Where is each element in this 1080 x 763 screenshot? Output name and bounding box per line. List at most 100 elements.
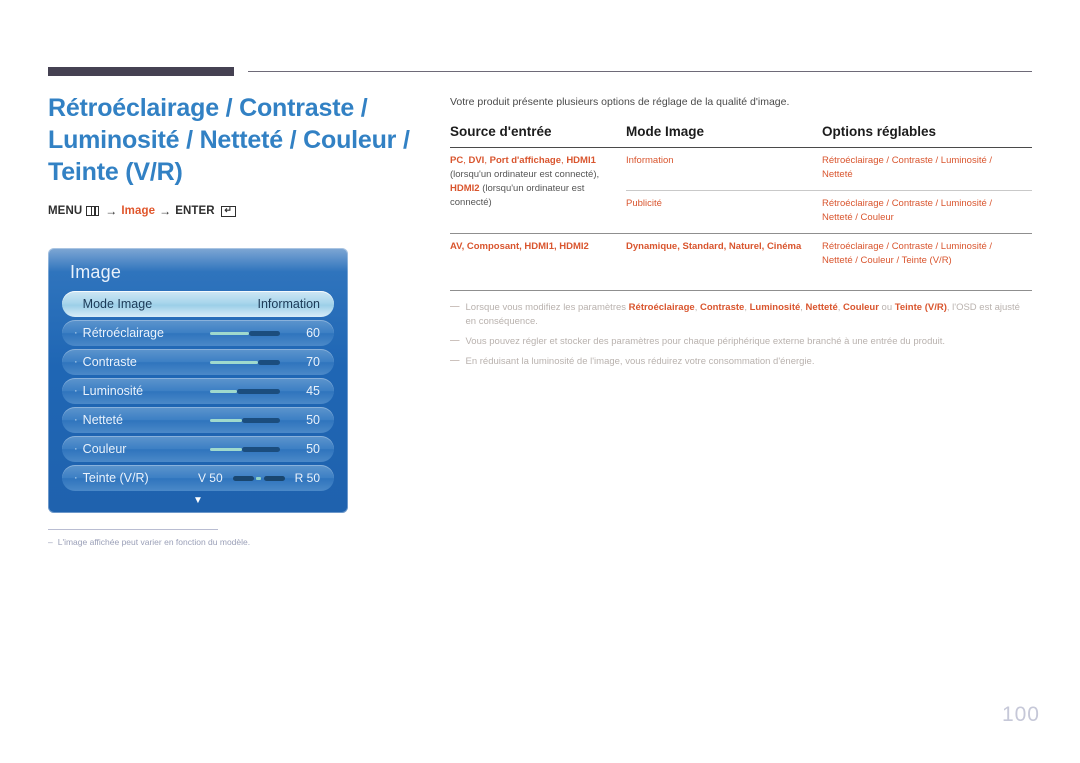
osd-row-couleur[interactable]: · Couleur 50 <box>62 436 334 462</box>
left-footnote: – L'image affichée peut varier en foncti… <box>48 537 388 547</box>
bullet-icon: · <box>74 471 78 484</box>
left-note-divider <box>48 529 218 530</box>
note-text: Lorsque vous modifiez les paramètres Rét… <box>466 301 1033 329</box>
source-fragment: HDMI2 <box>450 183 480 194</box>
menu-path: MENU → Image → ENTER ↵ <box>48 204 418 218</box>
osd-slider[interactable] <box>210 446 280 452</box>
osd-row-label: Mode Image <box>82 297 153 311</box>
slider-fill <box>210 447 242 451</box>
slider-remainder <box>236 388 280 394</box>
note-text: Vous pouvez régler et stocker des paramè… <box>466 335 946 349</box>
source-fragment: PC <box>450 155 464 166</box>
note-highlight: Teinte (V/R) <box>894 302 947 313</box>
osd-value-red: R 50 <box>294 471 320 485</box>
column-header-mode: Mode Image <box>626 124 705 139</box>
column-header-options: Options réglables <box>822 124 937 139</box>
osd-row-label: Netteté <box>82 413 123 427</box>
cell-options-1: Rétroéclairage / Contraste / Luminosité … <box>822 155 993 180</box>
menu-path-image-label: Image <box>121 205 156 217</box>
bullet-icon: · <box>74 384 78 397</box>
osd-row-r-tro-clairage[interactable]: · Rétroéclairage 60 <box>62 320 334 346</box>
cell-source-2: AV, Composant, HDMI1, HDMI2 <box>450 233 626 276</box>
left-footnote-dash: – <box>48 537 53 547</box>
osd-row-contraste[interactable]: · Contraste 70 <box>62 349 334 375</box>
source-fragment: (lorsqu'un ordinateur est connecté), <box>450 169 600 180</box>
note-plain: En réduisant la luminosité de l'image, v… <box>465 356 815 367</box>
page-number: 100 <box>1001 703 1040 726</box>
osd-row-value: 50 <box>306 413 320 427</box>
note-highlight: Luminosité <box>749 302 801 313</box>
bullet-icon: · <box>74 413 78 426</box>
osd-row-mode-image[interactable]: ·Mode ImageInformation <box>62 291 334 317</box>
cell-mode-3: Dynamique, Standard, Naturel, Cinéma <box>626 233 822 276</box>
menu-path-arrow-2: → <box>159 204 172 218</box>
osd-menu-list: ·Mode ImageInformation ·Rétroéclairage60 ·… <box>48 291 348 491</box>
table-row: AV, Composant, HDMI1, HDMI2 Dynamique, S… <box>450 233 1032 276</box>
column-header-source: Source d'entrée <box>450 124 552 139</box>
menu-path-enter-label: ENTER <box>175 205 215 217</box>
cell-mode-1: Information <box>626 155 674 166</box>
osd-row-nettet[interactable]: · Netteté 50 <box>62 407 334 433</box>
osd-slider[interactable] <box>210 359 280 365</box>
table-row: PC, DVI, Port d'affichage, HDMI1 (lorsqu… <box>450 148 1032 208</box>
osd-slider[interactable] <box>210 388 280 394</box>
slider-remainder <box>248 330 280 336</box>
source-fragment: Port d'affichage <box>489 155 562 166</box>
note-item: ― Vous pouvez régler et stocker des param… <box>450 335 1032 349</box>
note-item: ― En réduisant la luminosité de l'image, … <box>450 355 1032 369</box>
osd-row-label: Teinte (V/R) <box>82 471 149 485</box>
page-title: Rétroéclairage / Contraste / Luminosité … <box>48 94 410 186</box>
slider-knob <box>255 476 261 480</box>
note-highlight: Couleur <box>843 302 879 313</box>
osd-row-value: 70 <box>306 355 320 369</box>
enter-key-icon: ↵ <box>220 205 236 217</box>
slider-segment-right <box>263 475 285 481</box>
menu-grid-icon <box>86 206 100 216</box>
osd-row-teinte-v-r[interactable]: · Teinte (V/R) V 50 R 50 <box>62 465 334 491</box>
note-item: ― Lorsque vous modifiez les paramètres Ré… <box>450 301 1032 329</box>
note-highlight: Netteté <box>805 302 838 313</box>
note-highlight: Rétroéclairage <box>628 302 695 313</box>
osd-value-green: V 50 <box>197 471 223 485</box>
options-table-head: Source d'entrée Mode Image Options régla… <box>450 124 1032 148</box>
osd-row-label: Luminosité <box>82 384 144 398</box>
note-plain: ou <box>878 302 895 313</box>
cell-source-1: PC, DVI, Port d'affichage, HDMI1 (lorsqu… <box>450 148 626 234</box>
slider-fill <box>210 360 258 364</box>
options-table: Source d'entrée Mode Image Options régla… <box>450 124 1032 276</box>
notes-list: ― Lorsque vous modifiez les paramètres Ré… <box>450 290 1032 369</box>
note-highlight: Contraste <box>699 302 745 313</box>
note-text: En réduisant la luminosité de l'image, v… <box>466 355 815 369</box>
slider-remainder <box>241 446 280 452</box>
slider-fill <box>210 389 237 393</box>
source-fragment: HDMI1 <box>566 155 596 166</box>
intro-paragraph: Votre produit présente plusieurs options… <box>450 96 790 108</box>
osd-row-label: Contraste <box>82 355 137 369</box>
slider-fill <box>210 331 249 335</box>
source-fragment: DVI <box>468 155 485 166</box>
table-header-row: Source d'entrée Mode Image Options régla… <box>450 124 1032 148</box>
osd-row-value: 50 <box>306 442 320 456</box>
osd-dual-slider[interactable] <box>232 475 285 481</box>
slider-segment-left <box>232 475 254 481</box>
osd-slider[interactable] <box>210 417 280 423</box>
osd-slider[interactable] <box>210 330 280 336</box>
osd-row-value: 60 <box>306 326 320 340</box>
note-dash-icon: ― <box>450 355 460 366</box>
options-table-body: PC, DVI, Port d'affichage, HDMI1 (lorsqu… <box>450 148 1032 276</box>
note-dash-icon: ― <box>450 301 460 312</box>
header-rule-line <box>248 71 1032 72</box>
osd-row-label: Couleur <box>82 442 127 456</box>
osd-row-luminosit[interactable]: · Luminosité 45 <box>62 378 334 404</box>
slider-remainder <box>241 417 280 423</box>
note-plain: Vous pouvez régler et stocker des paramè… <box>465 336 946 347</box>
chevron-down-icon[interactable]: ▼ <box>48 495 348 507</box>
slider-remainder <box>257 359 280 365</box>
header-rule-block <box>48 67 234 76</box>
bullet-icon: · <box>74 355 78 368</box>
left-column: Rétroéclairage / Contraste / Luminosité … <box>48 92 418 218</box>
osd-title: Image <box>70 262 122 282</box>
bullet-icon: · <box>74 442 78 455</box>
osd-row-value: 45 <box>306 384 320 398</box>
cell-mode-2: Publicité <box>626 190 822 234</box>
